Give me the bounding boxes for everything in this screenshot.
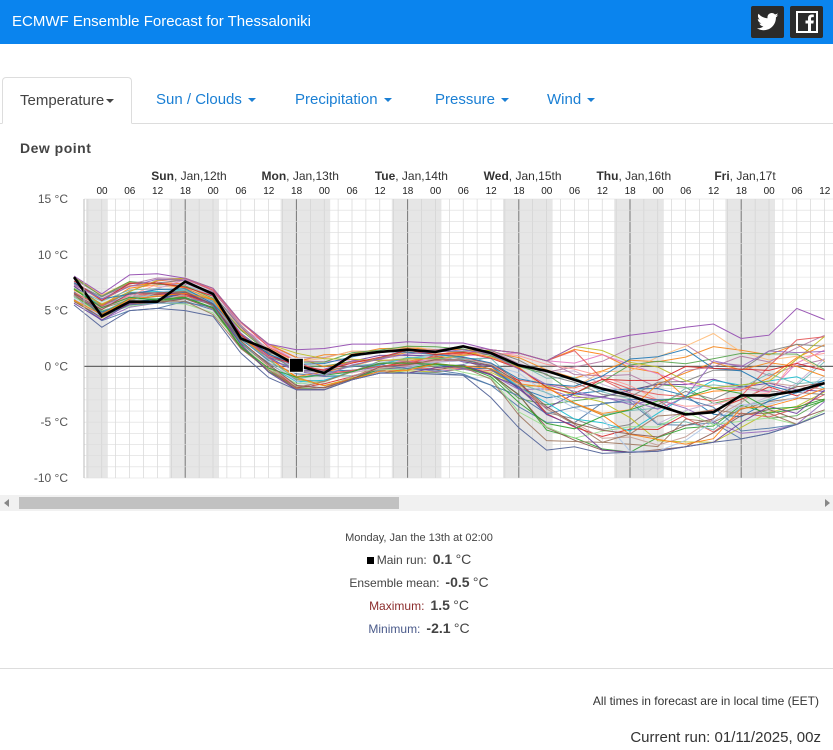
scroll-thumb[interactable] (19, 497, 399, 509)
main-run-marker-icon (366, 557, 374, 564)
night-band (169, 199, 219, 478)
x-tick-label: 18 (291, 186, 303, 197)
day-label: Sun, Jan,12th (151, 169, 226, 183)
tab-label: Precipitation (295, 91, 378, 108)
x-tick-label: 12 (152, 186, 164, 197)
x-tick-label: 12 (708, 186, 720, 197)
x-tick-label: 18 (513, 186, 525, 197)
x-tick-label: 00 (319, 186, 331, 197)
readout-maximum: Maximum: 1.5 °C (0, 594, 833, 617)
main-run-value: 0.1 (432, 551, 453, 567)
night-band (503, 199, 553, 478)
facebook-share-button[interactable] (790, 6, 823, 38)
readout-minimum: Minimum: -2.1 °C (0, 617, 833, 640)
tab-sun-clouds[interactable]: Sun / Clouds (156, 77, 257, 122)
x-tick-label: 06 (458, 186, 470, 197)
maximum-label: Maximum: (369, 599, 425, 613)
twitter-icon (756, 13, 778, 31)
x-tick-label: 00 (541, 186, 553, 197)
caret-down-icon (587, 98, 596, 103)
unit: °C (472, 574, 489, 590)
x-tick-label: 00 (652, 186, 664, 197)
x-tick-label: 00 (208, 186, 220, 197)
day-label: Wed, Jan,15th (484, 169, 562, 183)
readout-time: Monday, Jan the 13th at 02:00 (345, 532, 493, 544)
tab-wind[interactable]: Wind (547, 77, 596, 122)
x-tick-label: 00 (430, 186, 442, 197)
x-tick-label: 06 (791, 186, 803, 197)
unit: °C (453, 597, 469, 613)
x-tick-label: 00 (96, 186, 108, 197)
night-band (86, 199, 108, 478)
y-tick-label: 10 °C (38, 248, 68, 262)
x-tick-label: 12 (486, 186, 498, 197)
day-label: Thu, Jan,16th (596, 169, 671, 183)
tab-temperature[interactable]: Temperature (2, 77, 133, 124)
facebook-icon (795, 11, 818, 33)
night-band (725, 199, 775, 478)
x-tick-label: 12 (263, 186, 275, 197)
timezone-note: All times in forecast are in local time … (592, 694, 819, 708)
night-band (280, 199, 331, 478)
day-label: Fri, Jan,17t (714, 169, 776, 183)
day-label: Mon, Jan,13th (262, 169, 339, 183)
divider (0, 668, 833, 669)
caret-down-icon (501, 98, 510, 103)
y-tick-label: 15 °C (38, 192, 68, 206)
unit: °C (455, 551, 472, 567)
ensemble-mean-label: Ensemble mean: (349, 576, 440, 590)
x-tick-label: 06 (347, 186, 359, 197)
caret-down-icon (106, 99, 115, 104)
x-tick-label: 06 (569, 186, 581, 197)
twitter-share-button[interactable] (751, 6, 784, 38)
y-tick-label: -10 °C (34, 471, 68, 485)
chart-scrollbar[interactable] (0, 495, 833, 511)
current-run: Current run: 01/11/2025, 00z (630, 729, 821, 746)
x-tick-label: 12 (597, 186, 609, 197)
tab-label: Sun / Clouds (156, 91, 242, 108)
x-tick-label: 06 (235, 186, 247, 197)
x-tick-label: 00 (764, 186, 776, 197)
chart-title: Dew point (20, 140, 92, 156)
x-tick-label: 12 (819, 186, 831, 197)
ensemble-mean-value: -0.5 (445, 574, 470, 590)
maximum-value: 1.5 (430, 597, 450, 613)
scroll-left-icon[interactable] (4, 499, 9, 507)
tab-precipitation[interactable]: Precipitation (295, 77, 392, 122)
x-tick-label: 06 (680, 186, 692, 197)
tab-pressure[interactable]: Pressure (435, 77, 510, 122)
x-tick-label: 12 (374, 186, 386, 197)
day-label: Tue, Jan,14th (375, 169, 448, 183)
minimum-label: Minimum: (368, 622, 421, 636)
readout-ensemble-mean: Ensemble mean: -0.5 °C (0, 571, 833, 594)
unit: °C (453, 620, 470, 636)
caret-down-icon (383, 98, 392, 103)
main-run-label: Main run: (376, 553, 427, 567)
tab-label: Wind (547, 91, 582, 108)
minimum-value: -2.1 (426, 620, 451, 636)
tab-bar: Temperature Sun / Clouds Precipitation P… (0, 77, 833, 124)
selected-point-marker (288, 357, 304, 373)
night-band (391, 199, 442, 478)
readout-main-run: Main run: 0.1 °C (0, 548, 833, 571)
tab-label: Pressure (435, 91, 496, 108)
tab-label: Temperature (20, 92, 105, 109)
point-readout: Monday, Jan the 13th at 02:00 Main run: 0… (0, 528, 833, 640)
y-tick-label: 5 °C (45, 304, 69, 318)
y-tick-label: -5 °C (41, 415, 69, 429)
y-tick-label: 0 °C (45, 359, 69, 373)
x-tick-label: 18 (736, 186, 748, 197)
header-bar: ECMWF Ensemble Forecast for Thessaloniki (0, 0, 833, 44)
x-tick-label: 18 (625, 186, 637, 197)
x-tick-label: 18 (180, 186, 192, 197)
scroll-right-icon[interactable] (825, 499, 830, 507)
app-title: ECMWF Ensemble Forecast for Thessaloniki (12, 13, 311, 30)
caret-down-icon (248, 98, 257, 103)
x-tick-label: 06 (124, 186, 136, 197)
x-tick-label: 18 (402, 186, 414, 197)
dew-point-chart[interactable]: 15 °C 10 °C 5 °C 0 °C -5 °C -10 °C 00 06 12 18 00 0… (0, 160, 833, 495)
